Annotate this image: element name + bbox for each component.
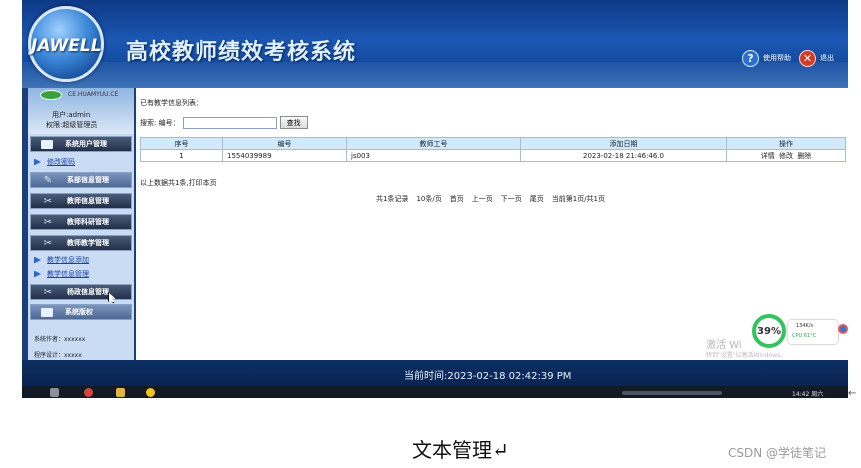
- sidebar-item-teacher-info[interactable]: ✂ 教师信息管理: [30, 193, 132, 209]
- sidebar-item-user-management[interactable]: 系统用户管理: [30, 136, 132, 152]
- tools-icon: ✂: [43, 195, 53, 207]
- help-icon[interactable]: ?: [742, 49, 759, 67]
- teaching-info-table: 序号 编号 教师工号 添加日期 操作 1 1554039989 js003 20…: [140, 137, 846, 162]
- sidebar-sub-label: 教学信息管理: [47, 270, 89, 278]
- pager-current: 当前第1页/共1页: [551, 195, 605, 203]
- browser-icon[interactable]: [84, 388, 93, 397]
- cpu-temp: CPU 61°C: [792, 333, 817, 339]
- app-icon[interactable]: [146, 388, 155, 397]
- sidebar-item-copyright[interactable]: 系统版权: [30, 304, 132, 320]
- sidebar-item-label: 教师科研管理: [67, 218, 109, 226]
- sidebar-item-admin-info[interactable]: ✂ 杨政信息管理: [30, 284, 132, 300]
- triangle-right-icon: [34, 270, 41, 278]
- pager-next[interactable]: 下一页: [501, 194, 522, 204]
- delete-link[interactable]: 删除: [797, 152, 811, 160]
- sidebar-item-label: 系统版权: [65, 308, 93, 316]
- user-top-line: CE.HUAMYUU.CE: [68, 91, 119, 98]
- window-icon: [41, 307, 53, 317]
- sidebar-sub-teaching-manage[interactable]: 教学信息管理: [34, 268, 89, 280]
- sidebar-sub-label: 修改密码: [47, 158, 75, 166]
- memory-ring: 39%: [752, 314, 786, 348]
- sidebar-item-department[interactable]: ✎ 系部信息管理: [30, 172, 132, 188]
- triangle-right-icon: [34, 256, 41, 264]
- tray-clock: 14:42 周六: [792, 391, 824, 398]
- detail-link[interactable]: 详情: [761, 152, 775, 160]
- header: JAWELL 高校教师绩效考核系统 ? 使用帮助 ✕ 退出: [22, 0, 848, 88]
- pager-per-page: 10条/页: [416, 195, 442, 203]
- sidebar: CE.HUAMYUU.CE 用户:admin 权限:超级管理员 系统用户管理 修…: [28, 88, 134, 360]
- search-label: 搜索: 编号：: [140, 118, 180, 127]
- monitor-badge-icon: [838, 324, 848, 334]
- window-icon: [41, 139, 53, 149]
- monitor-panel: 134K/s CPU 61°C: [788, 320, 838, 344]
- sidebar-sub-change-password[interactable]: 修改密码: [34, 156, 75, 168]
- cell-index: 1: [140, 149, 223, 162]
- triangle-right-icon: [34, 158, 41, 166]
- page-title: 高校教师绩效考核系统: [126, 39, 357, 65]
- table-row: 1 1554039989 js003 2023-02-18 21:46:46.0…: [140, 149, 846, 162]
- help-link[interactable]: 使用帮助: [763, 53, 791, 63]
- pager: 共1条记录 10条/页 首页 上一页 下一页 尾页 当前第1页/共1页: [376, 194, 605, 204]
- sidebar-item-label: 系部信息管理: [67, 176, 109, 184]
- sidebar-item-label: 系统用户管理: [65, 140, 107, 148]
- tools-icon: ✂: [43, 286, 53, 298]
- sidebar-sub-teaching-add[interactable]: 教学信息添加: [34, 254, 89, 266]
- cell-date: 2023-02-18 21:46:46.0: [520, 149, 727, 162]
- return-arrow-icon: ←: [848, 388, 857, 399]
- app-screen: JAWELL 高校教师绩效考核系统 ? 使用帮助 ✕ 退出 CE.HUAMYUU…: [22, 0, 848, 398]
- list-title: 已有教学信息列表：: [140, 99, 203, 107]
- edit-link[interactable]: 修改: [779, 152, 793, 160]
- tools-icon: ✂: [43, 216, 53, 228]
- system-author: 系统作者：xxxxxx: [34, 336, 86, 343]
- network-speed: 134K/s: [796, 323, 814, 329]
- search-row: 搜索: 编号： 查找: [140, 116, 308, 129]
- pager-total: 共1条记录: [376, 195, 409, 203]
- sidebar-item-teacher-research[interactable]: ✂ 教师科研管理: [30, 214, 132, 230]
- app-icon[interactable]: [50, 388, 59, 397]
- logo: JAWELL: [28, 6, 104, 82]
- user-avatar-icon: [40, 90, 62, 100]
- user-info-box: CE.HUAMYUU.CE 用户:admin 权限:超级管理员: [28, 88, 134, 134]
- column-header: 教师工号: [346, 137, 521, 150]
- header-actions: ? 使用帮助 ✕ 退出: [742, 48, 838, 68]
- activation-watermark-sub: 转到"设置"以激活Windows。: [706, 352, 787, 359]
- sidebar-item-teacher-teaching[interactable]: ✂ 教师教学管理: [30, 235, 132, 251]
- column-header: 编号: [222, 137, 347, 150]
- column-header: 序号: [140, 137, 223, 150]
- cell-actions: 详情 修改 删除: [726, 149, 846, 162]
- search-input[interactable]: [182, 116, 277, 129]
- figure-caption: 文本管理↵: [412, 438, 509, 462]
- close-icon[interactable]: ✕: [799, 49, 816, 67]
- pager-first[interactable]: 首页: [450, 194, 464, 204]
- sidebar-item-label: 教师信息管理: [67, 197, 109, 205]
- performance-monitor[interactable]: 39% 134K/s CPU 61°C: [750, 314, 848, 348]
- pager-prev[interactable]: 上一页: [472, 194, 493, 204]
- folder-icon[interactable]: [116, 388, 125, 397]
- source-credit: CSDN @学徒笔记: [728, 446, 827, 460]
- exit-link[interactable]: 退出: [820, 53, 834, 63]
- cell-code: 1554039989: [222, 149, 347, 162]
- pager-last[interactable]: 尾页: [530, 194, 544, 204]
- pin-icon: ✎: [43, 174, 53, 186]
- cell-teacher-id: js003: [346, 149, 521, 162]
- main-content: 已有教学信息列表： 搜索: 编号： 查找 序号 编号 教师工号 添加日期 操作 …: [136, 88, 848, 360]
- current-time: 当前时间:2023-02-18 02:42:39 PM: [404, 371, 572, 382]
- search-button[interactable]: 查找: [279, 116, 308, 129]
- activation-watermark: 激活 Wi: [706, 340, 742, 351]
- tools-icon: ✂: [43, 237, 53, 249]
- taskbar: 14:42 周六: [22, 386, 848, 398]
- summary-text[interactable]: 以上数据共1条,打印本页: [140, 178, 217, 188]
- logo-text: JAWELL: [31, 36, 102, 56]
- sidebar-sub-label: 教学信息添加: [47, 256, 89, 264]
- sidebar-item-label: 杨政信息管理: [67, 288, 109, 296]
- user-role: 权限:超级管理员: [46, 121, 98, 129]
- column-header: 添加日期: [520, 137, 727, 150]
- user-name: 用户:admin: [52, 111, 91, 119]
- column-header: 操作: [726, 137, 846, 150]
- table-header-row: 序号 编号 教师工号 添加日期 操作: [140, 137, 846, 150]
- footer-bar: 当前时间:2023-02-18 02:42:39 PM: [22, 360, 848, 386]
- sidebar-item-label: 教师教学管理: [67, 239, 109, 247]
- system-designer: 程序设计：xxxxx: [34, 352, 82, 359]
- tray-icons[interactable]: [622, 391, 722, 395]
